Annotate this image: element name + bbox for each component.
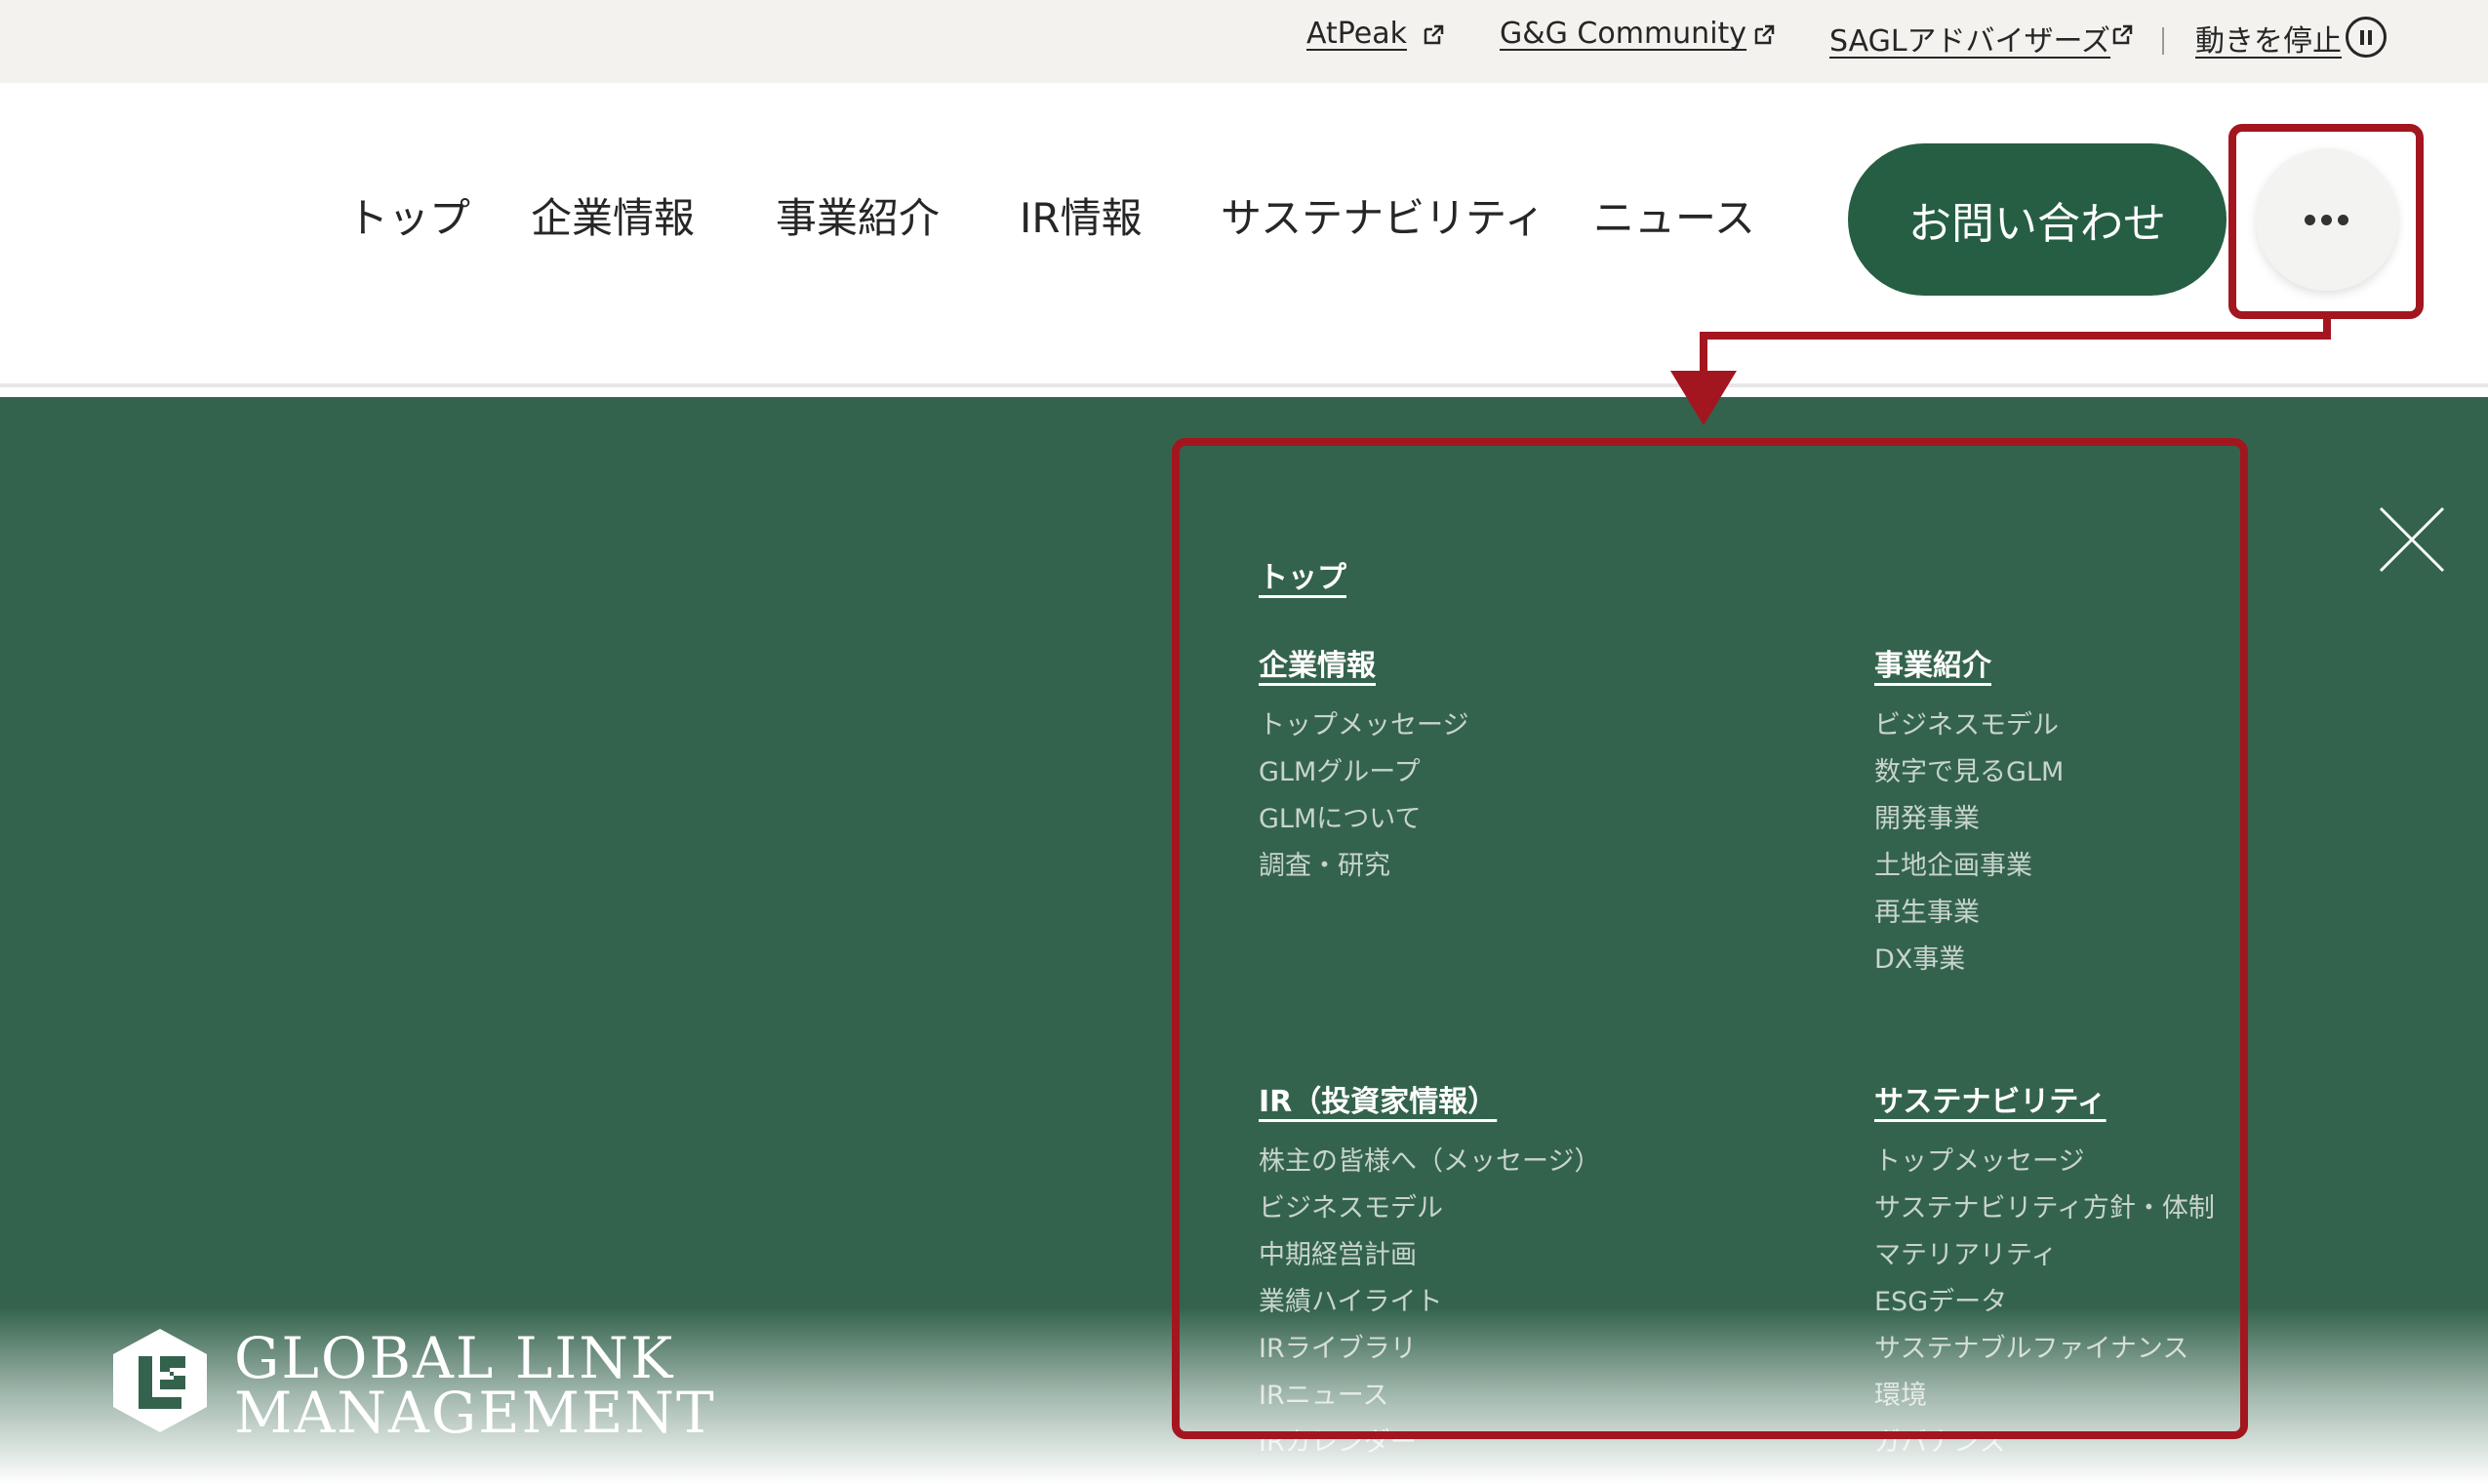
menu-link[interactable]: IRニュース	[1259, 1374, 1388, 1412]
external-link-icon	[1754, 24, 1775, 45]
menu-link[interactable]: トップメッセージ	[1874, 1140, 2084, 1178]
contact-button[interactable]: お問い合わせ	[1848, 143, 2227, 296]
menu-heading-company[interactable]: 企業情報	[1259, 641, 1376, 684]
menu-link[interactable]: 株主の皆様へ（メッセージ）	[1259, 1140, 1600, 1178]
site-header: トップ 企業情報 事業紹介 IR情報 サステナビリティ ニュース お問い合わせ	[0, 83, 2488, 387]
menu-link[interactable]: IRライブラリ	[1259, 1327, 1417, 1365]
menu-link[interactable]: GLMについて	[1259, 797, 1421, 835]
menu-link[interactable]: 中期経営計画	[1259, 1233, 1417, 1271]
menu-heading-business[interactable]: 事業紹介	[1874, 641, 1991, 684]
menu-link[interactable]: ビジネスモデル	[1874, 703, 2059, 742]
menu-link[interactable]: IRカレンダー	[1259, 1421, 1417, 1459]
menu-link[interactable]: トップメッセージ	[1259, 703, 1468, 742]
menu-link[interactable]: ビジネスモデル	[1259, 1186, 1443, 1224]
nav-top[interactable]: トップ	[347, 185, 470, 245]
menu-heading-ir[interactable]: IR（投資家情報）	[1259, 1077, 1497, 1120]
menu-link[interactable]: 調査・研究	[1259, 844, 1390, 882]
mega-menu-overlay: トップ 企業情報 トップメッセージ GLMグループ GLMについて 調査・研究 …	[0, 397, 2488, 1484]
pause-icon[interactable]	[2346, 17, 2387, 58]
pause-motion-link[interactable]: 動きを停止	[2195, 17, 2342, 60]
menu-link[interactable]: ガバナンス	[1874, 1421, 2005, 1459]
nav-company[interactable]: 企業情報	[531, 185, 695, 245]
menu-link[interactable]: ESGデータ	[1874, 1280, 2007, 1318]
logo-line-2: MANAGEMENT	[234, 1380, 716, 1446]
nav-ir[interactable]: IR情報	[1020, 185, 1143, 245]
external-link-icon	[1424, 24, 1444, 45]
gg-community-link[interactable]: G&G Community	[1500, 17, 1746, 51]
company-logo[interactable]: GLOBAL LINK MANAGEMENT	[109, 1325, 714, 1446]
sagl-advisors-link[interactable]: SAGLアドバイザーズ	[1829, 17, 2110, 60]
menu-link[interactable]: 開発事業	[1874, 797, 1980, 835]
close-icon[interactable]	[2377, 504, 2447, 575]
utility-separator	[2162, 27, 2164, 55]
menu-link[interactable]: 業績ハイライト	[1259, 1280, 1442, 1318]
menu-link[interactable]: 土地企画事業	[1874, 844, 2032, 882]
menu-link[interactable]: 再生事業	[1874, 891, 1980, 929]
menu-link[interactable]: マテリアリティ	[1874, 1233, 2057, 1271]
menu-link[interactable]: サステナビリティ方針・体制	[1874, 1186, 2215, 1224]
menu-top-link[interactable]: トップ	[1259, 553, 1346, 596]
utility-bar: AtPeak G&G Community SAGLアドバイザーズ 動きを停止	[0, 0, 2488, 83]
nav-sustainability[interactable]: サステナビリティ	[1221, 185, 1545, 245]
logo-mark-icon	[113, 1329, 207, 1432]
external-link-icon	[2112, 24, 2133, 45]
atpeak-link[interactable]: AtPeak	[1306, 17, 1407, 51]
menu-link[interactable]: 数字で見るGLM	[1874, 750, 2064, 788]
nav-news[interactable]: ニュース	[1593, 185, 1755, 245]
menu-link[interactable]: GLMグループ	[1259, 750, 1421, 788]
menu-link[interactable]: 環境	[1874, 1374, 1927, 1412]
menu-link[interactable]: サステナブルファイナンス	[1874, 1327, 2188, 1365]
nav-business[interactable]: 事業紹介	[776, 185, 940, 245]
menu-heading-sustainability[interactable]: サステナビリティ	[1874, 1077, 2107, 1120]
more-menu-button[interactable]	[2256, 148, 2398, 291]
menu-link[interactable]: DX事業	[1874, 938, 1965, 976]
